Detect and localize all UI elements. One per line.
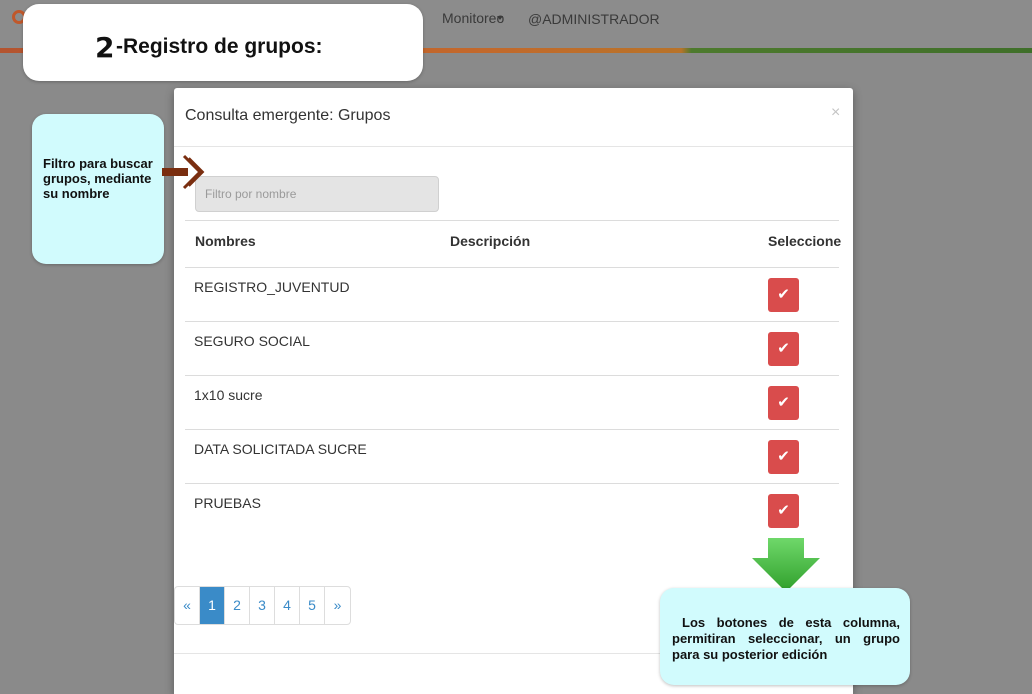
select-group-button[interactable]: ✔ bbox=[768, 386, 799, 420]
step-number: 2 bbox=[95, 31, 115, 64]
name-filter-input[interactable] bbox=[195, 176, 439, 212]
step-title: -Registro de grupos: bbox=[116, 35, 323, 58]
check-icon: ✔ bbox=[777, 502, 790, 519]
pagination-page-5[interactable]: 5 bbox=[300, 587, 325, 624]
check-icon: ✔ bbox=[777, 448, 790, 465]
pagination-page-1[interactable]: 1 bbox=[200, 587, 225, 624]
row-name: SEGURO SOCIAL bbox=[194, 333, 310, 349]
check-icon: ✔ bbox=[777, 286, 790, 303]
column-header-select: Seleccione bbox=[768, 233, 842, 249]
pagination-page-3[interactable]: 3 bbox=[250, 587, 275, 624]
column-header-names: Nombres bbox=[195, 233, 256, 249]
modal-header-divider bbox=[174, 146, 853, 147]
row-name: PRUEBAS bbox=[194, 495, 261, 511]
select-group-button[interactable]: ✔ bbox=[768, 332, 799, 366]
pagination-page-4[interactable]: 4 bbox=[275, 587, 300, 624]
table-row-divider bbox=[185, 429, 839, 430]
nav-menu-monitoreo[interactable]: Monitoreo bbox=[442, 10, 504, 26]
column-header-description: Descripción bbox=[450, 233, 531, 249]
table-row-divider bbox=[185, 375, 839, 376]
modal-title: Consulta emergente: Grupos bbox=[185, 107, 391, 124]
arrow-right-icon bbox=[162, 154, 205, 190]
close-icon[interactable]: × bbox=[831, 104, 840, 122]
row-name: DATA SOLICITADA SUCRE bbox=[194, 441, 367, 457]
pagination-next[interactable]: » bbox=[325, 587, 350, 624]
filter-annotation-text: Filtro para buscar grupos, mediante su n… bbox=[43, 156, 153, 201]
table-row-divider bbox=[185, 483, 839, 484]
table-header-divider bbox=[185, 267, 839, 268]
chevron-down-icon bbox=[497, 16, 503, 20]
nav-user-menu[interactable]: @ADMINISTRADOR bbox=[528, 11, 660, 27]
row-name: 1x10 sucre bbox=[194, 387, 263, 403]
check-icon: ✔ bbox=[777, 340, 790, 357]
row-name: REGISTRO_JUVENTUD bbox=[194, 279, 350, 295]
select-annotation-text: Los botones de esta columna, permitiran … bbox=[672, 615, 900, 662]
arrow-down-icon bbox=[752, 538, 820, 592]
select-group-button[interactable]: ✔ bbox=[768, 278, 799, 312]
pagination-page-2[interactable]: 2 bbox=[225, 587, 250, 624]
table-top-divider bbox=[185, 220, 839, 221]
check-icon: ✔ bbox=[777, 394, 790, 411]
pagination-prev[interactable]: « bbox=[175, 587, 200, 624]
table-row-divider bbox=[185, 321, 839, 322]
pagination: « 1 2 3 4 5 » bbox=[174, 586, 351, 625]
select-group-button[interactable]: ✔ bbox=[768, 494, 799, 528]
title-callout: 2 -Registro de grupos: bbox=[23, 4, 423, 81]
select-group-button[interactable]: ✔ bbox=[768, 440, 799, 474]
filter-annotation-callout: Filtro para buscar grupos, mediante su n… bbox=[32, 114, 164, 264]
select-annotation-callout: Los botones de esta columna, permitiran … bbox=[660, 588, 910, 685]
